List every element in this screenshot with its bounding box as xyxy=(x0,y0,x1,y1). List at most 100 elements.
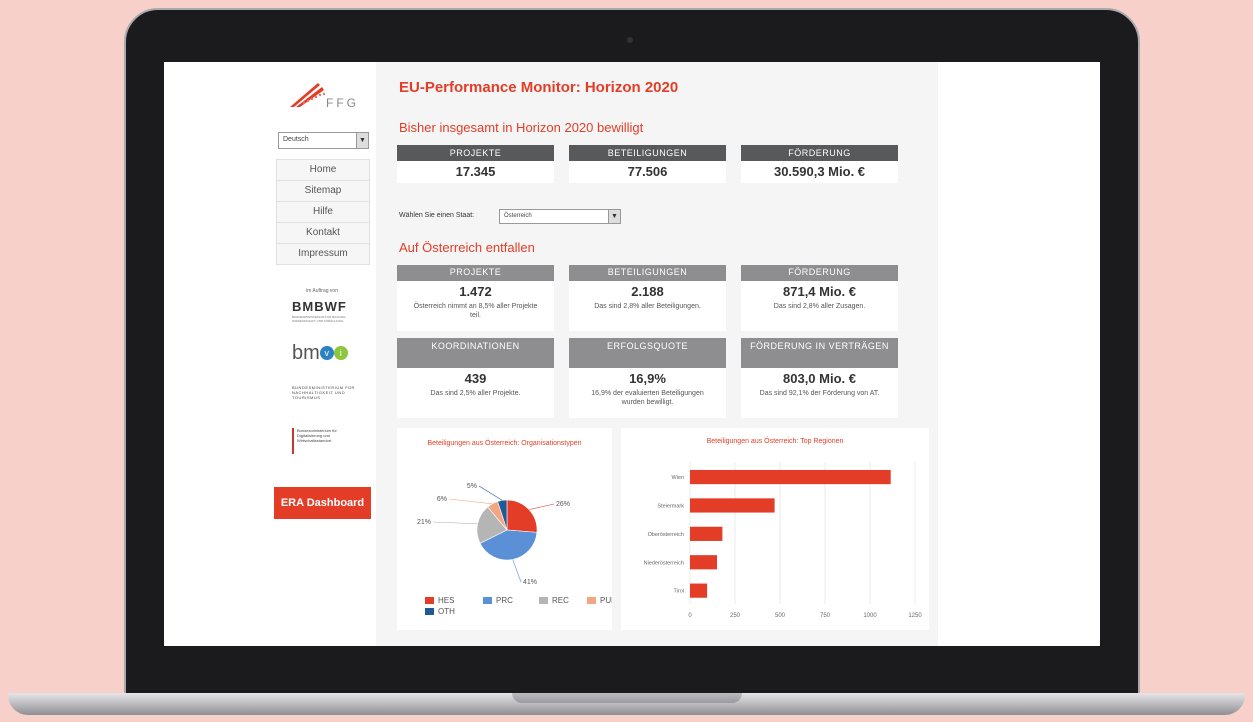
bmvit-v: v xyxy=(319,346,334,360)
kpi-value: 2.188 xyxy=(631,284,664,299)
legend-swatch xyxy=(539,597,548,604)
laptop-notch xyxy=(512,693,742,703)
legend-label[interactable]: PUB xyxy=(600,596,612,605)
kpi-label: ERFOLGSQUOTE xyxy=(569,338,726,368)
pie-chart: 26% 41% 21% 6% 5% HES PRC REC PUB OTH xyxy=(417,483,612,616)
pie-data-label: 5% xyxy=(467,483,477,490)
kpi-note: Das sind 2,8% aller Beteiligungen. xyxy=(594,303,701,310)
pie-slice-hes[interactable] xyxy=(506,499,538,533)
bar-chart-card: Beteiligungen aus Österreich: Top Region… xyxy=(621,428,929,630)
kpi-label: PROJEKTE xyxy=(397,265,554,281)
bar-steiermark[interactable] xyxy=(690,498,775,513)
pie-data-label: 21% xyxy=(417,519,431,526)
legend-swatch xyxy=(483,597,492,604)
kpi-label: FÖRDERUNG xyxy=(741,145,898,161)
pie-data-label: 26% xyxy=(556,501,570,508)
bmvit-i: i xyxy=(333,346,348,360)
auftrag-label: im Auftrag von xyxy=(306,288,338,294)
pie-leader-line xyxy=(448,498,493,505)
pie-leader-line xyxy=(432,521,478,525)
kpi-value: 439 xyxy=(464,371,487,386)
kpi-total-foerderung: FÖRDERUNG 30.590,3 Mio. € xyxy=(741,145,898,183)
kpi-at-foerderung: FÖRDERUNG 871,4 Mio. € Das sind 2,8% all… xyxy=(741,265,898,331)
chevron-down-icon[interactable]: ▼ xyxy=(356,133,368,148)
bar-category-label: Oberösterreich xyxy=(648,532,684,538)
bar-oberösterreich[interactable] xyxy=(690,526,723,541)
pie-leader-line xyxy=(478,485,503,501)
legend-label[interactable]: REC xyxy=(552,596,569,605)
bar-tick-label: 1250 xyxy=(908,613,922,619)
bar-category-label: Steiermark xyxy=(657,503,684,509)
bar-tick-label: 1000 xyxy=(863,613,877,619)
kpi-at-projekte: PROJEKTE 1.472 Österreich nimmt an 8,5% … xyxy=(397,265,554,331)
kpi-total-beteiligungen: BETEILIGUNGEN 77.506 xyxy=(569,145,726,183)
webcam xyxy=(627,37,633,43)
kpi-note: Das sind 92,1% der Förderung von AT. xyxy=(759,390,880,397)
bar-niederösterreich[interactable] xyxy=(690,555,717,570)
state-value: Österreich xyxy=(504,213,532,219)
legend-swatch xyxy=(587,597,596,604)
bar-tick-label: 500 xyxy=(775,613,786,619)
nav-kontakt[interactable]: Kontakt xyxy=(276,222,370,244)
main-content: EU-Performance Monitor: Horizon 2020 Bis… xyxy=(376,62,938,646)
bar-category-label: Niederösterreich xyxy=(644,560,684,566)
era-dashboard-button[interactable]: ERA Dashboard xyxy=(274,487,371,519)
chevron-down-icon[interactable]: ▼ xyxy=(608,210,620,223)
kpi-total-projekte: PROJEKTE 17.345 xyxy=(397,145,554,183)
kpi-label: BETEILIGUNGEN xyxy=(569,265,726,281)
kpi-label: FÖRDERUNG xyxy=(741,265,898,281)
bmbwf-subtitle: BUNDESMINISTERIUM FÜR BILDUNG, WISSENSCH… xyxy=(292,315,347,323)
screen: FFG Deutsch ▼ Home Sitemap Hilfe Kontakt… xyxy=(164,62,1100,646)
language-value: Deutsch xyxy=(283,136,309,143)
nav-home[interactable]: Home xyxy=(276,159,370,181)
bar-wien[interactable] xyxy=(690,469,891,485)
kpi-value: 1.472 xyxy=(459,284,492,299)
pie-leader-line xyxy=(528,503,555,510)
nav-impressum[interactable]: Impressum xyxy=(276,243,370,265)
kpi-note: Österreich nimmt an 8,5% aller Projekte … xyxy=(413,303,538,319)
kpi-value: 16,9% xyxy=(629,371,666,386)
kpi-at-foerderung-vertraege: FÖRDERUNG IN VERTRÄGEN 803,0 Mio. € Das … xyxy=(741,338,898,418)
kpi-value: 77.506 xyxy=(627,164,668,179)
kpi-at-koordinationen: KOORDINATIONEN 439 Das sind 2,5% aller P… xyxy=(397,338,554,418)
legend-label[interactable]: PRC xyxy=(496,596,513,605)
kpi-value: 17.345 xyxy=(455,164,496,179)
language-select[interactable]: Deutsch ▼ xyxy=(278,132,369,149)
state-label: Wählen Sie einen Staat: xyxy=(399,212,475,219)
legend-label[interactable]: HES xyxy=(438,596,454,605)
kpi-note: Das sind 2,8% aller Zusagen. xyxy=(773,303,866,310)
kpi-at-beteiligungen: BETEILIGUNGEN 2.188 Das sind 2,8% aller … xyxy=(569,265,726,331)
kpi-value: 30.590,3 Mio. € xyxy=(773,164,866,179)
kpi-note: 16,9% der evaluierten Beteiligungen wurd… xyxy=(591,390,704,406)
kpi-label: PROJEKTE xyxy=(397,145,554,161)
kpi-label: FÖRDERUNG IN VERTRÄGEN xyxy=(741,338,898,368)
bmvit-logo: bm v i xyxy=(292,342,348,365)
kpi-label: BETEILIGUNGEN xyxy=(569,145,726,161)
bmdw-logo: Bundesministerium für Digitalisierung un… xyxy=(292,428,352,454)
sidebar: FFG Deutsch ▼ Home Sitemap Hilfe Kontakt… xyxy=(164,62,372,646)
kpi-label: KOORDINATIONEN xyxy=(397,338,554,368)
nav-hilfe[interactable]: Hilfe xyxy=(276,201,370,223)
legend-swatch xyxy=(425,597,434,604)
legend-swatch xyxy=(425,608,434,615)
pie-leader-line xyxy=(512,559,522,583)
bar-tirol[interactable] xyxy=(690,583,708,598)
ffg-logo-text: FFG xyxy=(326,96,359,110)
kpi-value: 803,0 Mio. € xyxy=(783,371,856,386)
bar-chart: 0 250 500 750 1000 1250 Wien Steiermark Oberöste… xyxy=(644,462,922,619)
bar-tick-label: 750 xyxy=(820,613,831,619)
bar-tick-label: 0 xyxy=(688,613,692,619)
pie-chart-card: Beteiligungen aus Österreich: Organisati… xyxy=(397,428,612,630)
pie-data-label: 41% xyxy=(523,579,537,586)
kpi-at-erfolgsquote: ERFOLGSQUOTE 16,9% 16,9% der evaluierten… xyxy=(569,338,726,418)
austria-heading: Auf Österreich entfallen xyxy=(399,240,535,255)
pie-data-label: 6% xyxy=(437,496,447,503)
bmnt-logo: BUNDESMINISTERIUM FÜR NACHHALTIGKEIT UND… xyxy=(292,385,355,400)
kpi-value: 871,4 Mio. € xyxy=(783,284,856,299)
nav-sitemap[interactable]: Sitemap xyxy=(276,180,370,202)
bmbwf-logo: BMBWF xyxy=(292,299,347,314)
state-select[interactable]: Österreich ▼ xyxy=(499,209,621,224)
legend-label[interactable]: OTH xyxy=(438,607,455,616)
bar-tick-label: 250 xyxy=(730,613,741,619)
bar-category-label: Tirol xyxy=(674,589,685,595)
